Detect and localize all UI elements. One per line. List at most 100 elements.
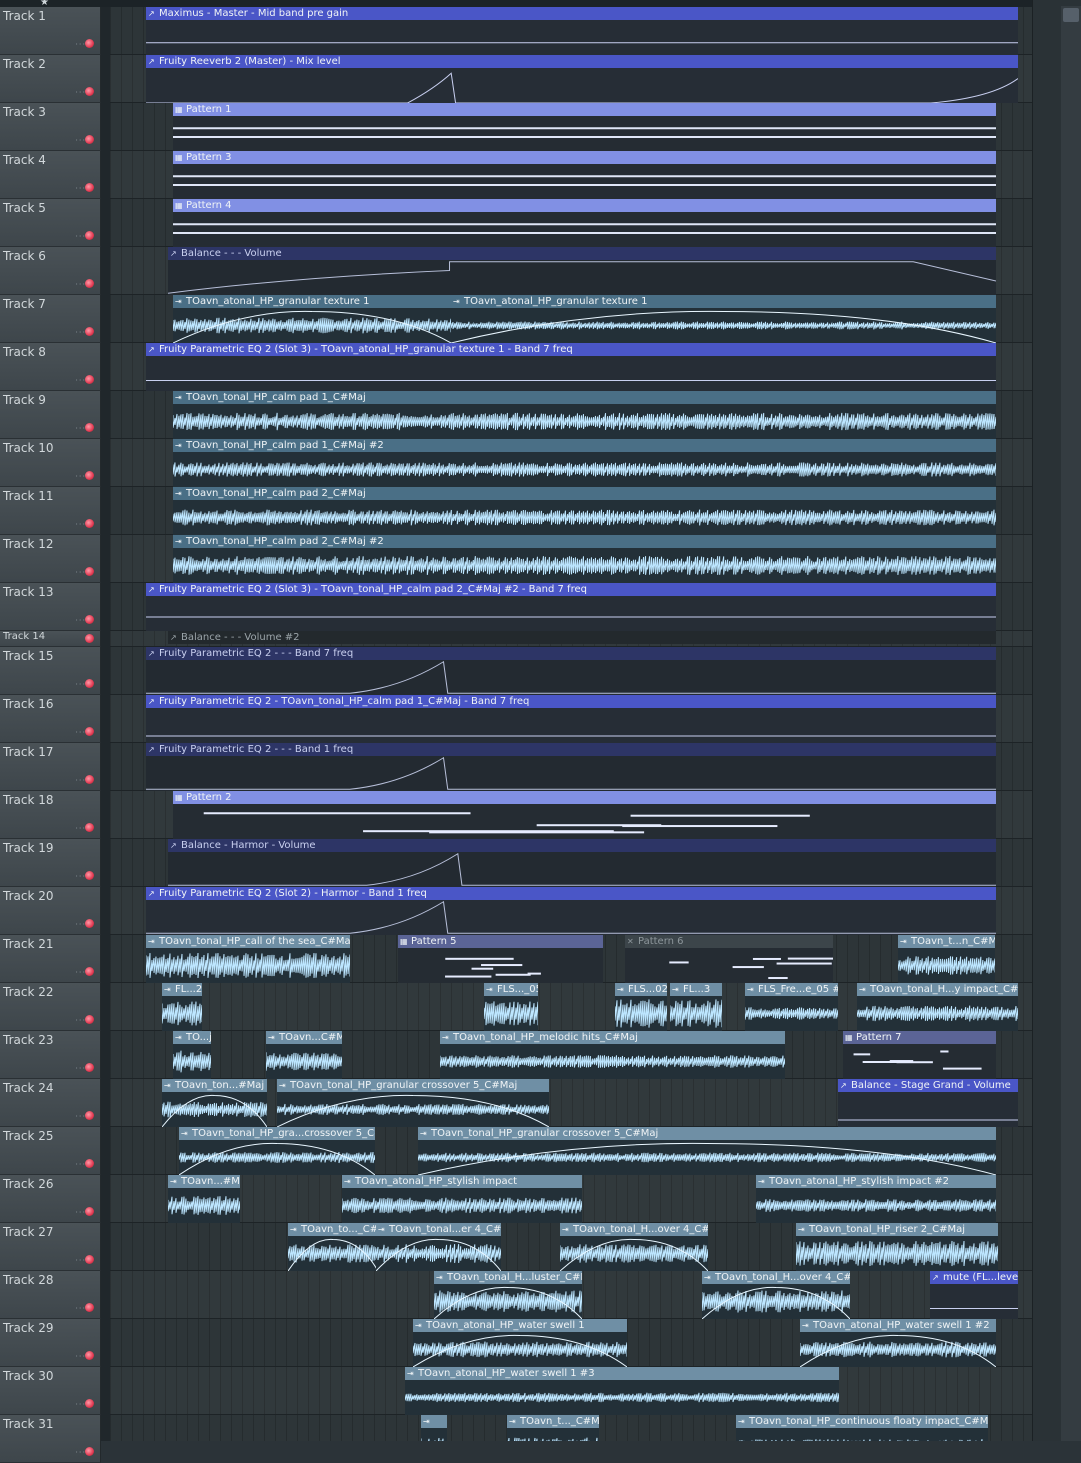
clip-header[interactable]: ⇥ FLS..._05 [484, 983, 538, 996]
audio-clip[interactable]: ⇥ TOavn_tonal_HP_calm pad 1_C#Maj [173, 391, 996, 439]
audio-clip[interactable]: ⇥ TOavn_tonal_HP_granular crossover 5_C#M… [418, 1127, 996, 1175]
record-arm-icon[interactable] [85, 327, 94, 336]
clip-body[interactable] [173, 452, 996, 487]
track-name[interactable]: Track 15 [3, 649, 53, 663]
pattern-clip[interactable]: ▦ Pattern 7 [843, 1031, 996, 1079]
clip-header[interactable]: ▦ Pattern 4 [173, 199, 996, 212]
clip-header[interactable]: ⇥ TOavn_tonal_H...y impact_C#Maj [857, 983, 1018, 996]
clip-header[interactable]: ⇥ TOavn...C#Maj [266, 1031, 342, 1044]
track-name[interactable]: Track 22 [3, 985, 53, 999]
clip-header[interactable]: ⇥ TOavn_tonal_HP_riser 2_C#Maj [796, 1223, 998, 1236]
clip-header[interactable]: ⇥ TOavn_to..._C#M [288, 1223, 378, 1236]
track-header[interactable]: Track 15 ··· [0, 647, 101, 695]
clip-body[interactable] [413, 1332, 627, 1367]
track-header[interactable]: Track 28 ··· [0, 1271, 101, 1319]
record-arm-icon[interactable] [85, 183, 94, 192]
record-arm-icon[interactable] [85, 967, 94, 976]
track-header[interactable]: Track 22 ··· [0, 983, 101, 1031]
record-arm-icon[interactable] [85, 1447, 94, 1456]
clip-header[interactable]: ↗ Fruity Parametric EQ 2 (Slot 2) - Harmo… [146, 887, 996, 900]
record-arm-icon[interactable] [85, 1303, 94, 1312]
audio-clip[interactable]: ⇥ TOavn_tonal_HP_calm pad 1_C#Maj #2 [173, 439, 996, 487]
audio-clip[interactable]: ⇥ FL...2 [162, 983, 202, 1031]
audio-clip[interactable]: ⇥ TOavn_atonal_HP_granular texture 1 [173, 295, 451, 343]
audio-clip[interactable]: ⇥ TOavn_atonal_HP_stylish impact [342, 1175, 582, 1223]
track-header[interactable]: Track 1 ··· [0, 7, 101, 55]
clip-header[interactable]: ⇥ TOavn_atonal_HP_water swell 1 #2 [800, 1319, 996, 1332]
track-name[interactable]: Track 24 [3, 1081, 53, 1095]
track-header[interactable]: Track 3 ··· [0, 103, 101, 151]
audio-clip[interactable]: ⇥ TOavn_atonal_HP_stylish impact #2 [756, 1175, 996, 1223]
audio-clip[interactable]: ⇥ TOavn_tonal_HP_gra...crossover 5_C#Maj [179, 1127, 375, 1175]
clip-header[interactable]: ⇥ TOavn_tonal_H...over 4_C#Maj [702, 1271, 850, 1284]
clip-body[interactable] [440, 1044, 785, 1079]
track-name[interactable]: Track 7 [3, 297, 46, 311]
clip-header[interactable]: ⇥ TOavn_tonal_HP_granular crossover 5_C#M… [277, 1079, 549, 1092]
track-name[interactable]: Track 12 [3, 537, 53, 551]
scrollbar-thumb[interactable] [1063, 8, 1079, 22]
audio-clip[interactable]: ⇥ TOavn_atonal_HP_water swell 1 #2 [800, 1319, 996, 1367]
clip-header[interactable]: ⇥ TOavn_tonal_HP_granular crossover 5_C#M… [418, 1127, 996, 1140]
clip-body[interactable] [168, 852, 996, 887]
clip-body[interactable] [146, 68, 1018, 103]
record-arm-icon[interactable] [85, 471, 94, 480]
track-header[interactable]: Track 27 ··· [0, 1223, 101, 1271]
automation-clip[interactable]: ↗ mute (FL...level [930, 1271, 1018, 1319]
track-header[interactable]: Track 19 ··· [0, 839, 101, 887]
clip-header[interactable]: ↗ Balance - Stage Grand - Volume [838, 1079, 1018, 1092]
automation-clip[interactable]: ↗ Fruity Parametric EQ 2 - TOavn_tonal_HP… [146, 695, 996, 743]
record-arm-icon[interactable] [85, 1351, 94, 1360]
clip-header[interactable]: ↗ Fruity Parametric EQ 2 (Slot 3) - TOavn… [146, 343, 996, 356]
clip-body[interactable] [146, 948, 350, 983]
clip-header[interactable]: ⇥ TOavn_atonal_HP_water swell 1 #3 [405, 1367, 839, 1380]
track-header[interactable]: Track 4 ··· [0, 151, 101, 199]
record-arm-icon[interactable] [85, 423, 94, 432]
clip-body[interactable] [173, 548, 996, 583]
clip-body[interactable] [162, 1092, 267, 1127]
pattern-clip[interactable]: ▦ Pattern 1 [173, 103, 996, 151]
record-arm-icon[interactable] [85, 1399, 94, 1408]
scrollbar-track[interactable] [1061, 6, 1081, 1441]
automation-clip[interactable]: ↗ Maximus - Master - Mid band pre gain [146, 7, 1018, 55]
track-name[interactable]: Track 16 [3, 697, 53, 711]
clip-header[interactable]: ⇥ TOavn_t...n_C#Maj [898, 935, 995, 948]
record-arm-icon[interactable] [85, 279, 94, 288]
track-name[interactable]: Track 1 [3, 9, 46, 23]
clip-header[interactable]: ⇥ TOavn_atonal_HP_granular texture 1 [173, 295, 451, 308]
automation-clip[interactable]: ↗ Fruity Parametric EQ 2 (Slot 2) - Harmo… [146, 887, 996, 935]
audio-clip[interactable]: ⇥ TOavn_atonal_HP_water swell 1 #3 [405, 1367, 839, 1415]
audio-clip[interactable]: ⇥ TOavn_tonal_H...over 4_C#Maj [560, 1223, 708, 1271]
timeline-ruler[interactable]: ★ [0, 0, 1081, 8]
clip-body[interactable] [266, 1044, 342, 1079]
clip-header[interactable]: ⇥ TOavn_tonal_HP_calm pad 1_C#Maj #2 [173, 439, 996, 452]
vertical-scrollbar[interactable] [1032, 0, 1081, 1441]
clip-header[interactable]: ⇥ FLS...02 [615, 983, 667, 996]
track-name[interactable]: Track 4 [3, 153, 46, 167]
clip-body[interactable] [796, 1236, 998, 1271]
audio-clip[interactable]: ⇥ TOavn_atonal_HP_water swell 1 [413, 1319, 627, 1367]
audio-clip[interactable]: ⇥ TOavn_t..._C#Maj [507, 1415, 599, 1441]
track-name[interactable]: Track 18 [3, 793, 53, 807]
clip-body[interactable] [146, 756, 996, 791]
clip-header[interactable]: ↗ Fruity Parametric EQ 2 - TOavn_tonal_HP… [146, 695, 996, 708]
audio-clip[interactable]: ⇥ TOavn_ton...#Maj #2 [162, 1079, 267, 1127]
clip-header[interactable]: ↗ Fruity Parametric EQ 2 - - - Band 1 fre… [146, 743, 996, 756]
clip-body[interactable] [173, 308, 451, 343]
clip-header[interactable]: ⇥ TOavn_atonal_HP_stylish impact [342, 1175, 582, 1188]
record-arm-icon[interactable] [85, 375, 94, 384]
clip-body[interactable] [756, 1188, 996, 1223]
track-header[interactable]: Track 29 ··· [0, 1319, 101, 1367]
clip-body[interactable] [179, 1140, 375, 1175]
clip-header[interactable]: ⇥ TOavn_ton...#Maj #2 [162, 1079, 267, 1092]
clip-header[interactable]: ⇥ TOavn_tonal_H...luster_C#Maj [434, 1271, 582, 1284]
track-name[interactable]: Track 9 [3, 393, 46, 407]
automation-clip[interactable]: ↗ Balance - - - Volume #2 [168, 631, 996, 647]
clip-header[interactable]: ⇥ TOavn_tonal_HP_melodic hits_C#Maj [440, 1031, 785, 1044]
clip-body[interactable] [625, 948, 833, 983]
track-name[interactable]: Track 29 [3, 1321, 53, 1335]
record-arm-icon[interactable] [85, 871, 94, 880]
automation-clip[interactable]: ↗ Fruity Reeverb 2 (Master) - Mix level [146, 55, 1018, 103]
track-header[interactable]: Track 10 ··· [0, 439, 101, 487]
clip-header[interactable]: ▦ Pattern 2 [173, 791, 996, 804]
clip-header[interactable]: ↗ Fruity Parametric EQ 2 (Slot 3) - TOavn… [146, 583, 996, 596]
